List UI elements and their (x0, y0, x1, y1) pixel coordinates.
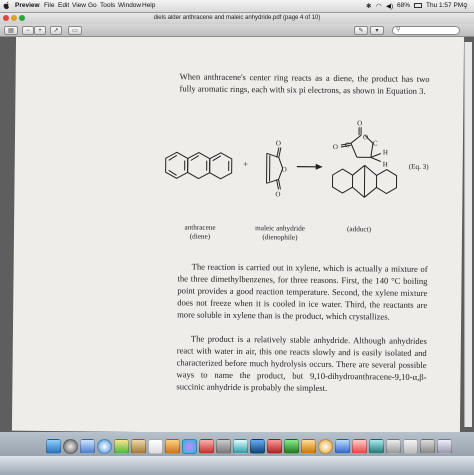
svg-text:O: O (333, 143, 338, 151)
system-preferences-icon[interactable] (216, 439, 231, 454)
menu-window[interactable]: Window (118, 2, 141, 9)
paragraph-anhydride: The product is a relatively stable anhyd… (176, 333, 427, 393)
app-icon-4[interactable] (369, 439, 384, 454)
excel-icon[interactable] (284, 439, 299, 454)
label-adduct: (adduct) (347, 225, 372, 234)
search-icon: ⚲ (396, 26, 401, 33)
toolbar: ▤ − + ↗ ▭ ✎ ▾ ⚲ (0, 24, 474, 37)
word-icon[interactable] (250, 439, 265, 454)
menu-help[interactable]: Help (142, 2, 155, 9)
battery-percent[interactable]: 68% (397, 2, 410, 9)
bluetooth-icon[interactable]: ✱ (366, 2, 371, 10)
svg-text:O: O (357, 119, 362, 127)
menu-app-name[interactable]: Preview (15, 2, 40, 9)
trash-icon[interactable] (437, 439, 452, 454)
pdf-page: When anthracene's center ring reacts as … (11, 37, 465, 432)
mail-icon[interactable] (80, 439, 95, 454)
equation-label: (Eq. 3) (408, 162, 429, 171)
markup-toolbar-icon[interactable]: ▾ (370, 25, 384, 35)
svg-text:O: O (276, 139, 281, 147)
apple-menu-icon[interactable] (3, 1, 10, 10)
window-title: diels alder anthracene and maleic anhydr… (153, 15, 321, 21)
sidebar-toggle-button[interactable]: ▤ (4, 25, 18, 35)
plus-sign: + (243, 159, 249, 170)
svg-text:O: O (282, 165, 287, 173)
share-icon[interactable]: ↗ (50, 25, 62, 35)
maleic-anhydride-structure: O O O (266, 139, 287, 198)
annotate-pen-icon[interactable]: ✎ (354, 25, 368, 35)
view-mode-icon[interactable]: ▭ (68, 25, 82, 35)
messenger-icon[interactable] (318, 439, 333, 454)
menu-bar: Preview File Edit View Go Tools Window H… (0, 0, 474, 13)
svg-text:C: C (345, 141, 350, 149)
zoom-in-icon[interactable]: + (34, 25, 46, 35)
svg-text:O: O (275, 190, 280, 198)
entourage-icon[interactable] (301, 439, 316, 454)
label-maleic-role: (dienophile) (262, 233, 298, 242)
spotlight-icon[interactable]: ⚲ (463, 2, 468, 10)
ichat-icon[interactable] (114, 439, 129, 454)
clock[interactable]: Thu 1:57 PM (426, 2, 463, 9)
dock-shelf (0, 456, 474, 475)
anthracene-structure (165, 151, 233, 180)
intro-paragraph: When anthracene's center ring reacts as … (179, 71, 430, 96)
svg-text:C: C (373, 139, 378, 147)
wifi-icon[interactable]: ◠ (376, 2, 382, 10)
preview-icon[interactable] (165, 439, 180, 454)
document-stack-icon[interactable] (403, 439, 418, 454)
powerpoint-icon[interactable] (267, 439, 282, 454)
app-icon-3[interactable] (352, 439, 367, 454)
window-title-bar: diels alder anthracene and maleic anhydr… (0, 13, 474, 24)
downloads-stack-icon[interactable] (420, 439, 435, 454)
menu-edit[interactable]: Edit (58, 2, 69, 9)
label-anthracene-role: (diene) (189, 232, 211, 241)
paragraph-xylene: The reaction is carried out in xylene, w… (177, 261, 428, 322)
menu-file[interactable]: File (44, 2, 54, 9)
app-icon-5[interactable] (386, 439, 401, 454)
adduct-structure: O O C O C H H (331, 119, 398, 198)
menu-tools[interactable]: Tools (100, 2, 115, 9)
volume-icon[interactable]: ◀) (386, 2, 393, 10)
app-icon-2[interactable] (335, 439, 350, 454)
address-book-icon[interactable] (131, 439, 146, 454)
menu-go[interactable]: Go (88, 2, 97, 9)
svg-text:H: H (383, 149, 388, 157)
safari-icon[interactable] (97, 439, 112, 454)
reaction-arrow-icon (296, 163, 323, 170)
dock (0, 432, 474, 475)
svg-text:H: H (383, 161, 388, 169)
document-view[interactable]: When anthracene's center ring reacts as … (0, 37, 474, 432)
itunes-icon[interactable] (182, 439, 197, 454)
app-icon-1[interactable] (233, 439, 248, 454)
menu-view[interactable]: View (72, 2, 86, 9)
svg-text:O: O (363, 133, 368, 141)
search-input[interactable]: ⚲ (392, 25, 460, 35)
zoom-out-icon[interactable]: − (22, 25, 34, 35)
battery-icon[interactable] (414, 2, 422, 8)
ical-icon[interactable] (148, 439, 163, 454)
vertical-scrollbar[interactable] (464, 42, 472, 427)
dashboard-icon[interactable] (63, 439, 78, 454)
finder-icon[interactable] (46, 439, 61, 454)
photo-booth-icon[interactable] (199, 439, 214, 454)
